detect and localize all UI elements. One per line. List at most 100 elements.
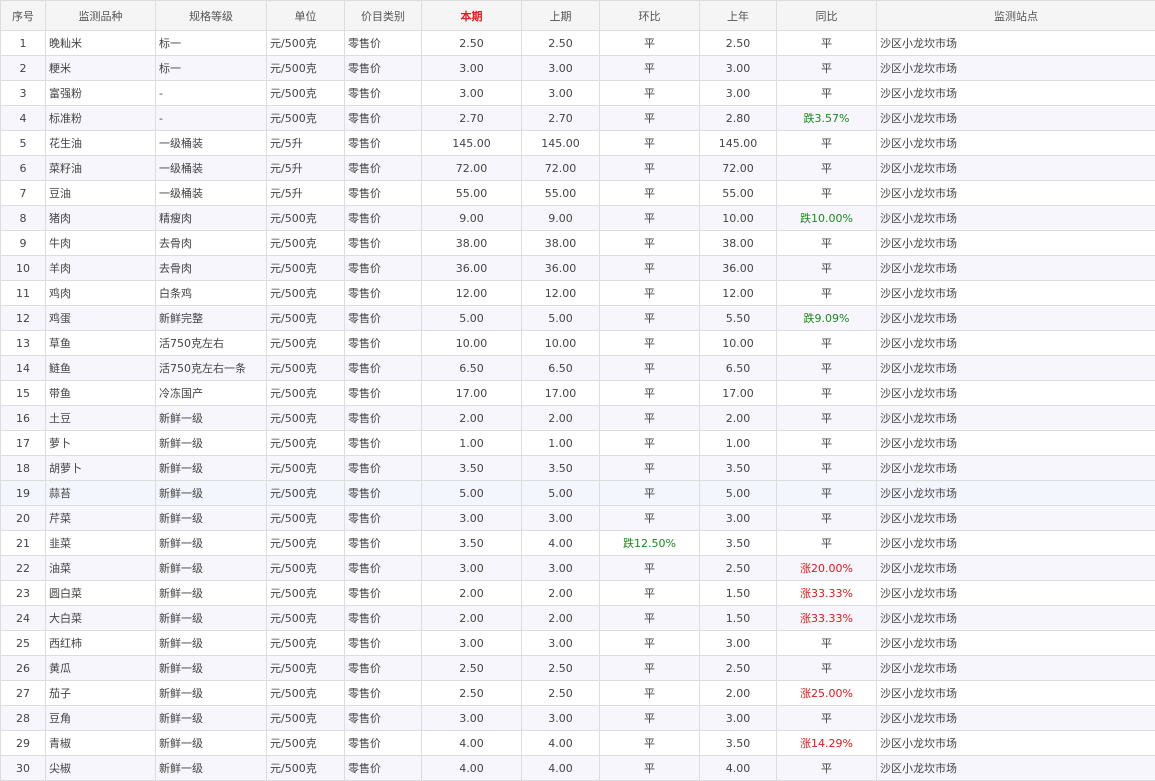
cell-current: 5.00: [422, 481, 522, 506]
cell-yoy: 涨20.00%: [777, 556, 877, 581]
cell-site: 沙区小龙坎市场: [877, 706, 1155, 731]
cell-unit: 元/500克: [267, 406, 345, 431]
cell-site: 沙区小龙坎市场: [877, 356, 1155, 381]
cell-grade: 新鲜一级: [156, 631, 267, 656]
cell-no: 25: [1, 631, 46, 656]
cell-no: 22: [1, 556, 46, 581]
cell-unit: 元/5升: [267, 181, 345, 206]
cell-item: 尖椒: [46, 756, 156, 781]
cell-no: 14: [1, 356, 46, 381]
cell-previous: 1.00: [522, 431, 600, 456]
cell-site: 沙区小龙坎市场: [877, 56, 1155, 81]
cell-unit: 元/500克: [267, 231, 345, 256]
cell-site: 沙区小龙坎市场: [877, 481, 1155, 506]
cell-mom: 平: [600, 381, 700, 406]
cell-current: 3.50: [422, 456, 522, 481]
cell-no: 16: [1, 406, 46, 431]
cell-item: 青椒: [46, 731, 156, 756]
cell-category: 零售价: [345, 306, 422, 331]
cell-category: 零售价: [345, 156, 422, 181]
cell-yoy: 跌9.09%: [777, 306, 877, 331]
cell-last-year: 12.00: [700, 281, 777, 306]
cell-item: 菜籽油: [46, 156, 156, 181]
cell-last-year: 3.00: [700, 706, 777, 731]
cell-previous: 17.00: [522, 381, 600, 406]
cell-item: 牛肉: [46, 231, 156, 256]
cell-grade: 新鲜一级: [156, 656, 267, 681]
cell-mom: 平: [600, 606, 700, 631]
cell-previous: 4.00: [522, 731, 600, 756]
cell-mom: 平: [600, 506, 700, 531]
table-row: 27茄子新鲜一级元/500克零售价2.502.50平2.00涨25.00%沙区小…: [1, 681, 1155, 706]
cell-item: 花生油: [46, 131, 156, 156]
cell-item: 草鱼: [46, 331, 156, 356]
cell-last-year: 6.50: [700, 356, 777, 381]
cell-category: 零售价: [345, 281, 422, 306]
cell-mom: 平: [600, 656, 700, 681]
cell-category: 零售价: [345, 656, 422, 681]
cell-current: 4.00: [422, 731, 522, 756]
table-row: 11鸡肉白条鸡元/500克零售价12.0012.00平12.00平沙区小龙坎市场: [1, 281, 1155, 306]
cell-yoy: 平: [777, 531, 877, 556]
table-row: 6菜籽油一级桶装元/5升零售价72.0072.00平72.00平沙区小龙坎市场: [1, 156, 1155, 181]
cell-current: 3.00: [422, 556, 522, 581]
cell-current: 2.50: [422, 681, 522, 706]
cell-last-year: 145.00: [700, 131, 777, 156]
cell-item: 油菜: [46, 556, 156, 581]
cell-current: 10.00: [422, 331, 522, 356]
cell-site: 沙区小龙坎市场: [877, 431, 1155, 456]
cell-mom: 跌12.50%: [600, 531, 700, 556]
cell-category: 零售价: [345, 231, 422, 256]
cell-grade: 活750克左右一条: [156, 356, 267, 381]
cell-grade: 冷冻国产: [156, 381, 267, 406]
cell-category: 零售价: [345, 756, 422, 781]
cell-previous: 36.00: [522, 256, 600, 281]
table-row: 30尖椒新鲜一级元/500克零售价4.004.00平4.00平沙区小龙坎市场: [1, 756, 1155, 781]
cell-current: 9.00: [422, 206, 522, 231]
cell-no: 23: [1, 581, 46, 606]
cell-last-year: 2.50: [700, 31, 777, 56]
cell-site: 沙区小龙坎市场: [877, 756, 1155, 781]
cell-last-year: 1.50: [700, 606, 777, 631]
cell-mom: 平: [600, 31, 700, 56]
cell-yoy: 平: [777, 406, 877, 431]
cell-previous: 5.00: [522, 306, 600, 331]
cell-unit: 元/500克: [267, 306, 345, 331]
cell-yoy: 平: [777, 231, 877, 256]
cell-no: 10: [1, 256, 46, 281]
cell-previous: 2.00: [522, 406, 600, 431]
cell-yoy: 平: [777, 631, 877, 656]
cell-grade: 精瘦肉: [156, 206, 267, 231]
cell-current: 17.00: [422, 381, 522, 406]
cell-mom: 平: [600, 56, 700, 81]
cell-unit: 元/500克: [267, 556, 345, 581]
table-row: 5花生油一级桶装元/5升零售价145.00145.00平145.00平沙区小龙坎…: [1, 131, 1155, 156]
cell-no: 12: [1, 306, 46, 331]
cell-previous: 3.00: [522, 56, 600, 81]
cell-category: 零售价: [345, 581, 422, 606]
cell-grade: 新鲜一级: [156, 531, 267, 556]
cell-mom: 平: [600, 156, 700, 181]
cell-previous: 12.00: [522, 281, 600, 306]
cell-grade: 新鲜一级: [156, 406, 267, 431]
cell-item: 胡萝卜: [46, 456, 156, 481]
cell-no: 6: [1, 156, 46, 181]
cell-grade: 去骨肉: [156, 256, 267, 281]
cell-current: 2.00: [422, 406, 522, 431]
cell-mom: 平: [600, 431, 700, 456]
cell-unit: 元/500克: [267, 381, 345, 406]
cell-category: 零售价: [345, 606, 422, 631]
cell-unit: 元/500克: [267, 731, 345, 756]
cell-last-year: 3.00: [700, 631, 777, 656]
cell-no: 11: [1, 281, 46, 306]
cell-previous: 3.00: [522, 631, 600, 656]
column-header-item: 监测品种: [46, 1, 156, 31]
cell-unit: 元/500克: [267, 581, 345, 606]
cell-no: 15: [1, 381, 46, 406]
cell-item: 芹菜: [46, 506, 156, 531]
cell-no: 28: [1, 706, 46, 731]
cell-item: 大白菜: [46, 606, 156, 631]
cell-yoy: 平: [777, 56, 877, 81]
table-row: 20芹菜新鲜一级元/500克零售价3.003.00平3.00平沙区小龙坎市场: [1, 506, 1155, 531]
cell-item: 羊肉: [46, 256, 156, 281]
